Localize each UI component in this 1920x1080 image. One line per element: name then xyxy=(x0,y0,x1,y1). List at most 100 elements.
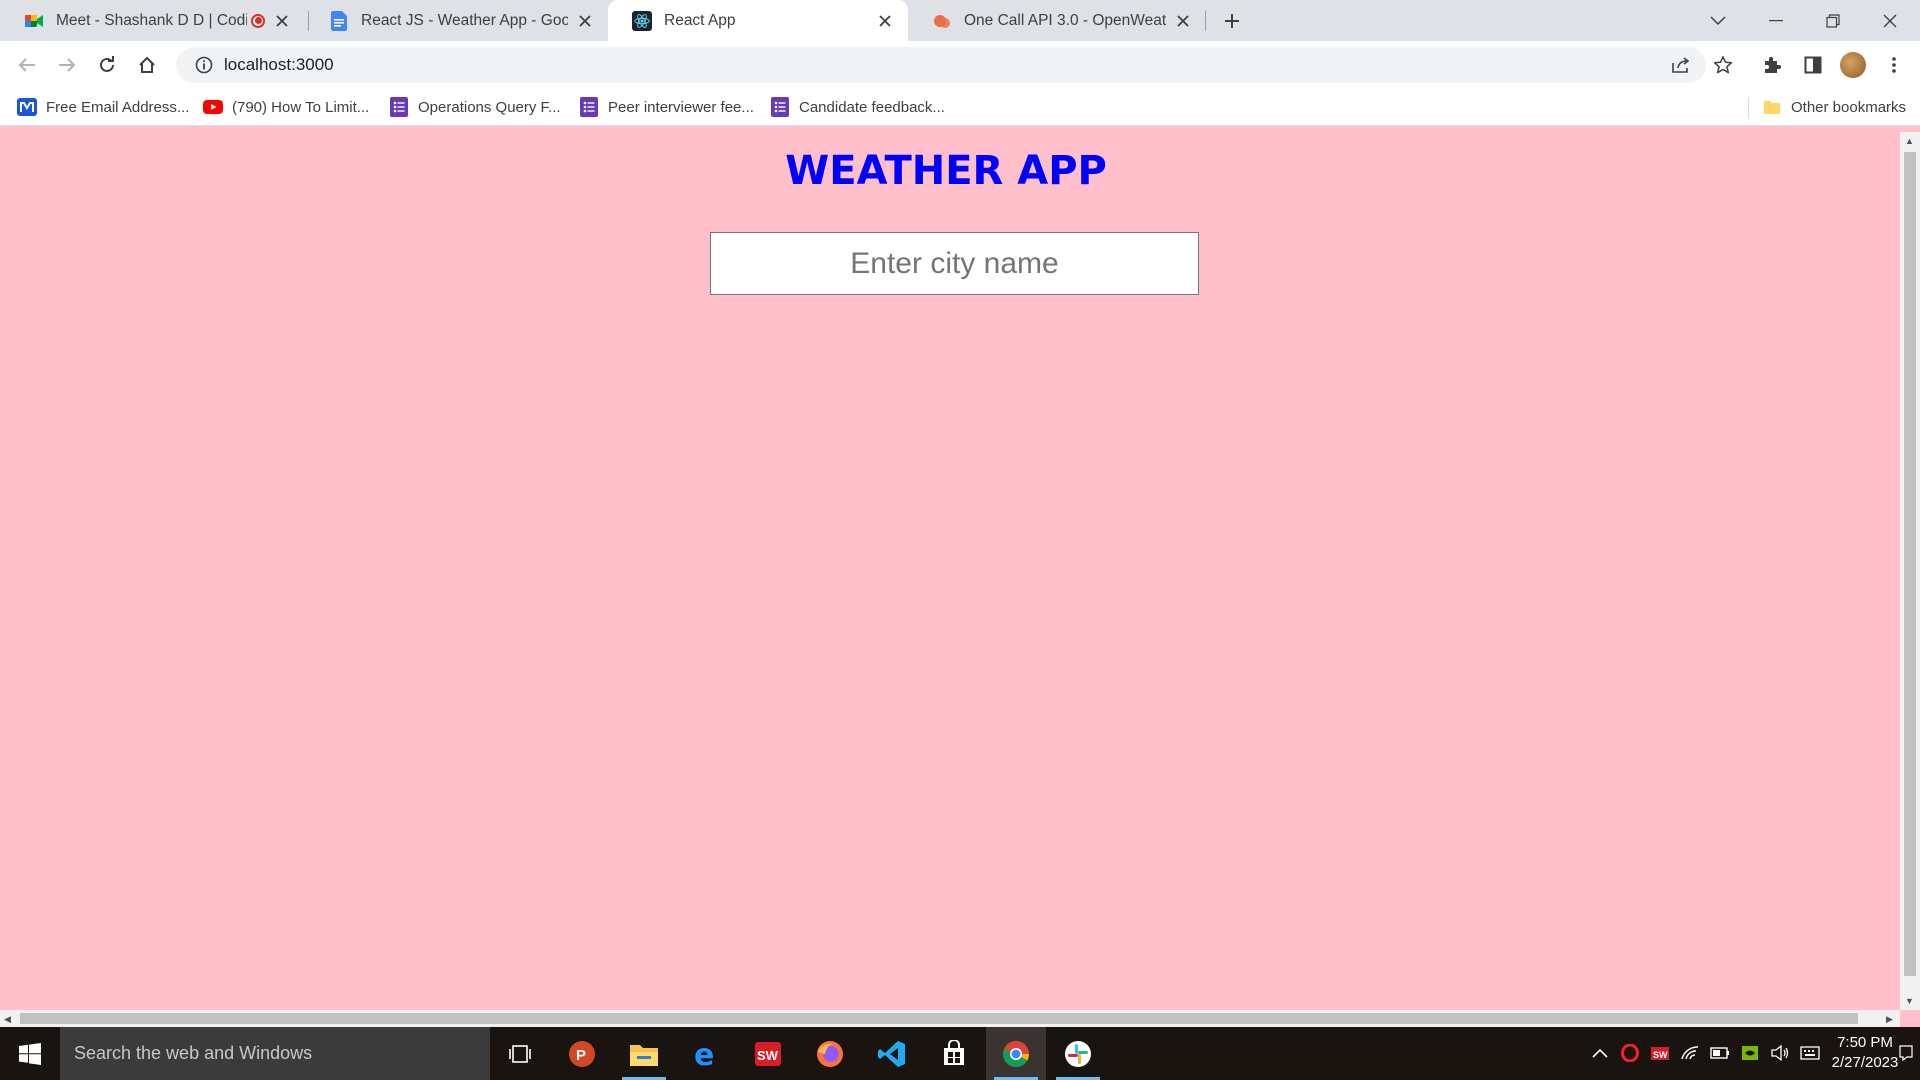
taskbar-firefox[interactable] xyxy=(800,1027,860,1080)
tab-search-button[interactable] xyxy=(1690,0,1746,41)
reload-icon xyxy=(100,56,114,72)
edge-icon: e xyxy=(694,1040,714,1068)
tab-google-doc[interactable]: React JS - Weather App - Google xyxy=(305,0,608,41)
firefox-icon xyxy=(817,1040,843,1067)
chevron-down-icon xyxy=(1710,15,1726,25)
extensions-button[interactable] xyxy=(1756,49,1788,81)
scroll-left-icon[interactable]: ◀ xyxy=(4,1014,11,1024)
nvidia-tray-icon[interactable] xyxy=(1739,1042,1761,1064)
m-logo-icon xyxy=(17,97,37,117)
new-tab-button[interactable] xyxy=(1218,7,1246,35)
action-center-icon[interactable] xyxy=(1899,1042,1913,1064)
taskbar-solidworks[interactable]: SW xyxy=(738,1027,798,1080)
tab-strip: Meet - Shashank D D | Coding React JS - … xyxy=(0,0,1920,41)
taskbar-clock[interactable]: 7:50 PM 2/27/2023 xyxy=(1828,1033,1902,1073)
reload-button[interactable] xyxy=(91,49,123,81)
forms-icon xyxy=(579,97,599,117)
tab-title: React JS - Weather App - Google xyxy=(361,11,568,29)
clock-time: 7:50 PM xyxy=(1837,1034,1893,1051)
tab-meet[interactable]: Meet - Shashank D D | Coding xyxy=(0,0,305,41)
tab-title: Meet - Shashank D D | Coding xyxy=(56,11,247,29)
bookmark-label: Free Email Address... xyxy=(46,98,190,116)
tab-openweather[interactable]: One Call API 3.0 - OpenWeatherMap xyxy=(908,0,1206,41)
taskbar-chrome[interactable] xyxy=(986,1027,1046,1080)
recording-icon xyxy=(251,13,265,28)
minimize-icon xyxy=(1769,19,1783,21)
close-tab-icon[interactable] xyxy=(874,10,896,32)
forward-button[interactable] xyxy=(51,49,83,81)
close-tab-icon[interactable] xyxy=(574,10,596,32)
page-viewport: WEATHER APP xyxy=(0,142,1900,1010)
restore-icon xyxy=(1826,13,1840,28)
back-button[interactable] xyxy=(11,49,43,81)
bookmark-item[interactable]: Peer interviewer fee... xyxy=(579,96,754,118)
avatar xyxy=(1840,52,1866,78)
url-text[interactable]: localhost:3000 xyxy=(224,55,334,75)
plus-icon xyxy=(1225,14,1239,28)
scroll-right-icon[interactable]: ▶ xyxy=(1886,1014,1893,1024)
taskbar-file-explorer[interactable] xyxy=(614,1027,674,1080)
taskbar-edge[interactable]: e xyxy=(676,1027,736,1080)
other-bookmarks[interactable]: Other bookmarks xyxy=(1762,96,1906,118)
opera-tray-icon[interactable] xyxy=(1619,1042,1641,1064)
battery-icon[interactable] xyxy=(1709,1042,1731,1064)
share-button[interactable] xyxy=(1663,47,1699,83)
youtube-icon xyxy=(203,97,223,117)
tab-divider xyxy=(1205,11,1206,31)
windows-logo-icon xyxy=(19,1042,41,1065)
bookmark-item[interactable]: Operations Query F... xyxy=(389,96,561,118)
side-panel-button[interactable] xyxy=(1797,49,1829,81)
bookmark-item[interactable]: Candidate feedback... xyxy=(770,96,945,118)
show-hidden-icons[interactable] xyxy=(1589,1042,1611,1064)
solidworks-icon: SW xyxy=(755,1041,781,1066)
volume-icon[interactable] xyxy=(1769,1042,1791,1064)
site-info-icon[interactable] xyxy=(186,56,222,74)
tab-react-app[interactable]: React App xyxy=(608,0,908,41)
react-logo-icon xyxy=(632,10,652,31)
side-panel-icon xyxy=(1804,56,1822,74)
chrome-menu-button[interactable] xyxy=(1878,49,1910,81)
bookmark-item[interactable]: (790) How To Limit... xyxy=(203,96,369,118)
taskbar-store[interactable] xyxy=(924,1027,984,1080)
profile-button[interactable] xyxy=(1837,49,1869,81)
close-tab-icon[interactable] xyxy=(1172,10,1194,32)
scrollbar-thumb[interactable] xyxy=(20,1013,1858,1024)
scroll-down-icon[interactable]: ▼ xyxy=(1905,996,1914,1006)
svg-text:e: e xyxy=(694,1040,714,1068)
vertical-scrollbar[interactable]: ▲ ▼ xyxy=(1900,132,1920,1010)
home-button[interactable] xyxy=(131,49,163,81)
minimize-button[interactable] xyxy=(1748,0,1804,41)
taskbar-powerpoint[interactable]: P xyxy=(552,1027,612,1080)
store-icon xyxy=(944,1039,964,1065)
clock-date: 2/27/2023 xyxy=(1831,1054,1899,1071)
forms-icon xyxy=(770,97,790,117)
google-meet-icon xyxy=(24,11,44,31)
bookmark-label: (790) How To Limit... xyxy=(232,98,370,116)
taskbar-vscode[interactable] xyxy=(862,1027,922,1080)
wifi-icon[interactable] xyxy=(1679,1042,1701,1064)
google-docs-icon xyxy=(329,10,349,31)
bookmark-star-button[interactable] xyxy=(1705,47,1741,83)
tab-title: One Call API 3.0 - OpenWeatherMap xyxy=(964,11,1166,29)
close-icon xyxy=(1883,14,1897,27)
taskbar-slack[interactable] xyxy=(1048,1027,1108,1080)
taskbar-search[interactable]: Search the web and Windows xyxy=(60,1027,490,1080)
folder-icon xyxy=(1762,97,1782,117)
puzzle-icon xyxy=(1765,57,1781,73)
task-view-button[interactable] xyxy=(490,1027,550,1080)
task-view-icon xyxy=(509,1044,531,1063)
bookmark-item[interactable]: Free Email Address... xyxy=(17,96,189,118)
horizontal-scrollbar[interactable]: ◀ ▶ xyxy=(0,1010,1900,1027)
arrow-right-icon xyxy=(59,58,76,72)
app-tray-icon[interactable]: SW xyxy=(1649,1042,1671,1064)
keyboard-icon[interactable] xyxy=(1799,1042,1821,1064)
address-bar[interactable]: localhost:3000 xyxy=(176,47,1706,83)
start-button[interactable] xyxy=(0,1027,60,1080)
city-search-input[interactable] xyxy=(710,232,1199,295)
star-icon xyxy=(1713,56,1733,74)
restore-button[interactable] xyxy=(1805,0,1861,41)
close-window-button[interactable] xyxy=(1862,0,1918,41)
close-tab-icon[interactable] xyxy=(271,10,293,32)
scrollbar-thumb[interactable] xyxy=(1904,152,1916,976)
scroll-up-icon[interactable]: ▲ xyxy=(1905,136,1914,146)
